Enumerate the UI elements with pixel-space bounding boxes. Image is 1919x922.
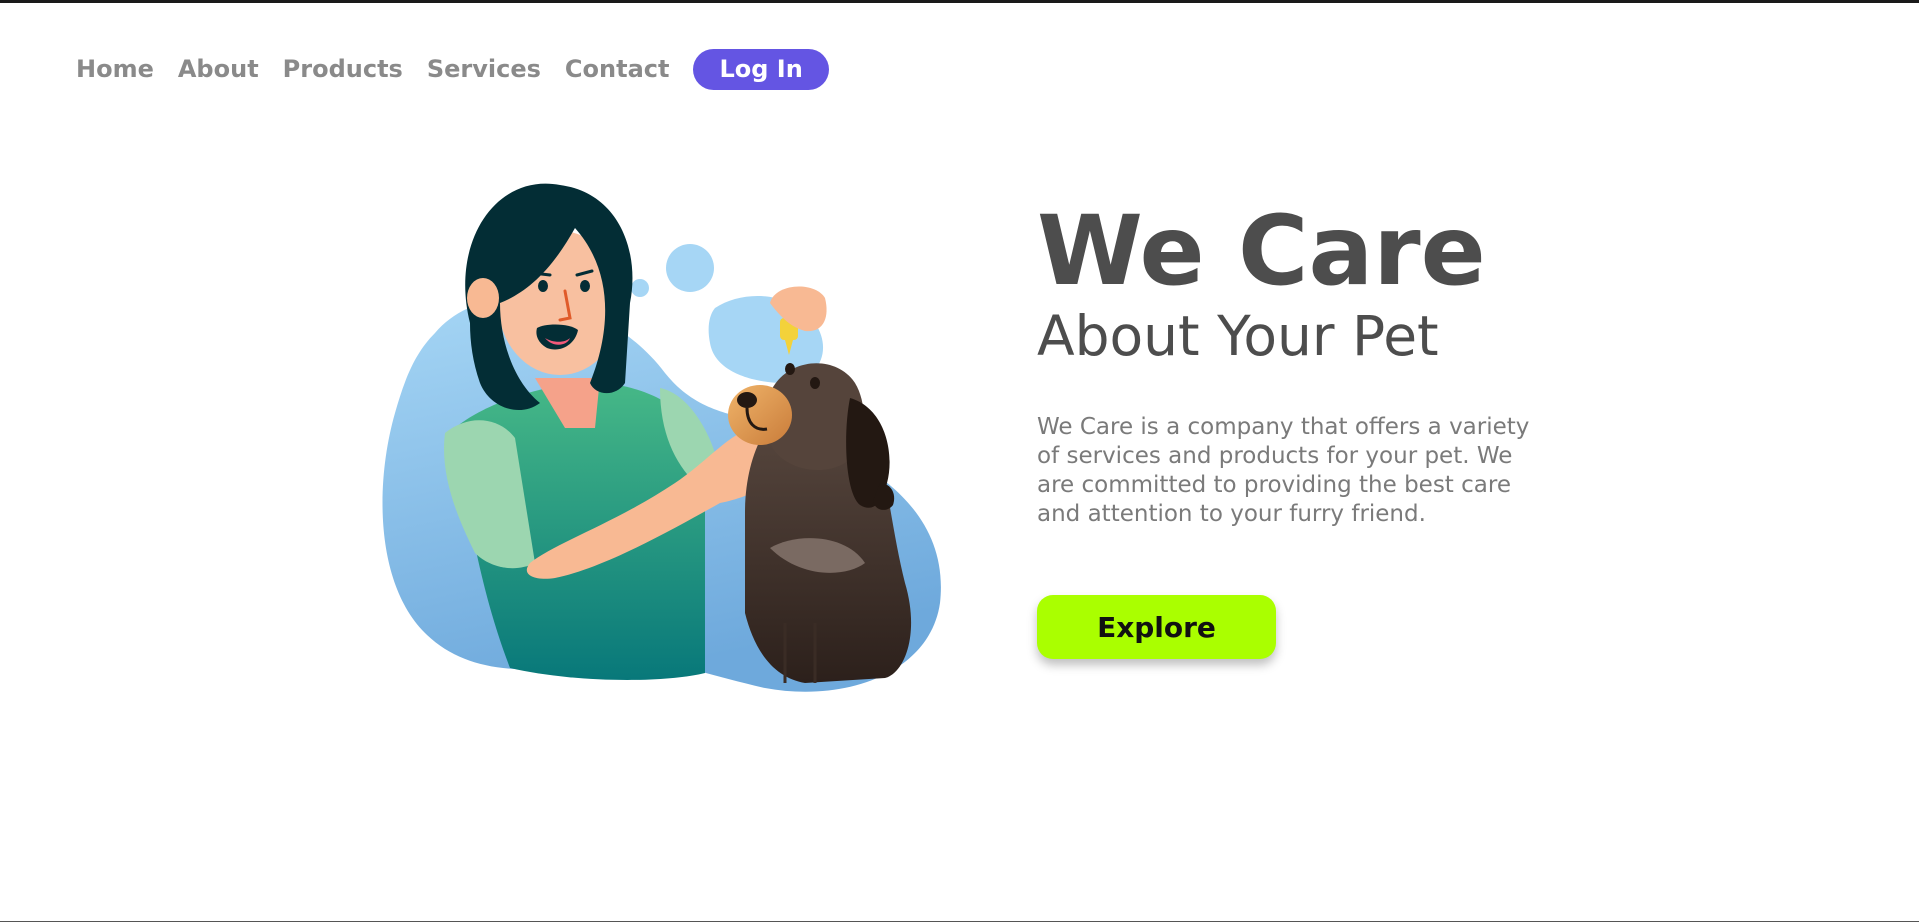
dog-eye-left	[785, 363, 795, 375]
woman-with-dog-illustration	[382, 183, 941, 692]
bubble-large	[666, 244, 714, 292]
nav-link-about[interactable]: About	[178, 55, 259, 83]
hero-description: We Care is a company that offers a varie…	[1037, 414, 1530, 527]
bubble-small	[631, 279, 649, 297]
dog-eye-right	[810, 377, 820, 389]
nav-link-services[interactable]: Services	[427, 55, 541, 83]
login-button[interactable]: Log In	[693, 48, 829, 90]
hero-section: We Care About Your Pet We Care is a comp…	[1037, 199, 1557, 659]
woman-ear	[467, 278, 499, 318]
nav-link-home[interactable]: Home	[76, 55, 154, 83]
dog-muzzle	[728, 385, 792, 445]
hero-title: We Care	[1037, 195, 1486, 307]
hero-illustration	[375, 183, 960, 703]
main-nav: Home About Products Services Contact Log…	[76, 47, 829, 91]
nav-link-contact[interactable]: Contact	[565, 55, 670, 83]
woman-eye-left	[538, 280, 548, 292]
nav-link-products[interactable]: Products	[283, 55, 403, 83]
hero-subtitle: About Your Pet	[1037, 304, 1439, 368]
dog-nose	[737, 392, 757, 408]
woman-eye-right	[580, 280, 590, 292]
explore-button[interactable]: Explore	[1037, 595, 1276, 659]
